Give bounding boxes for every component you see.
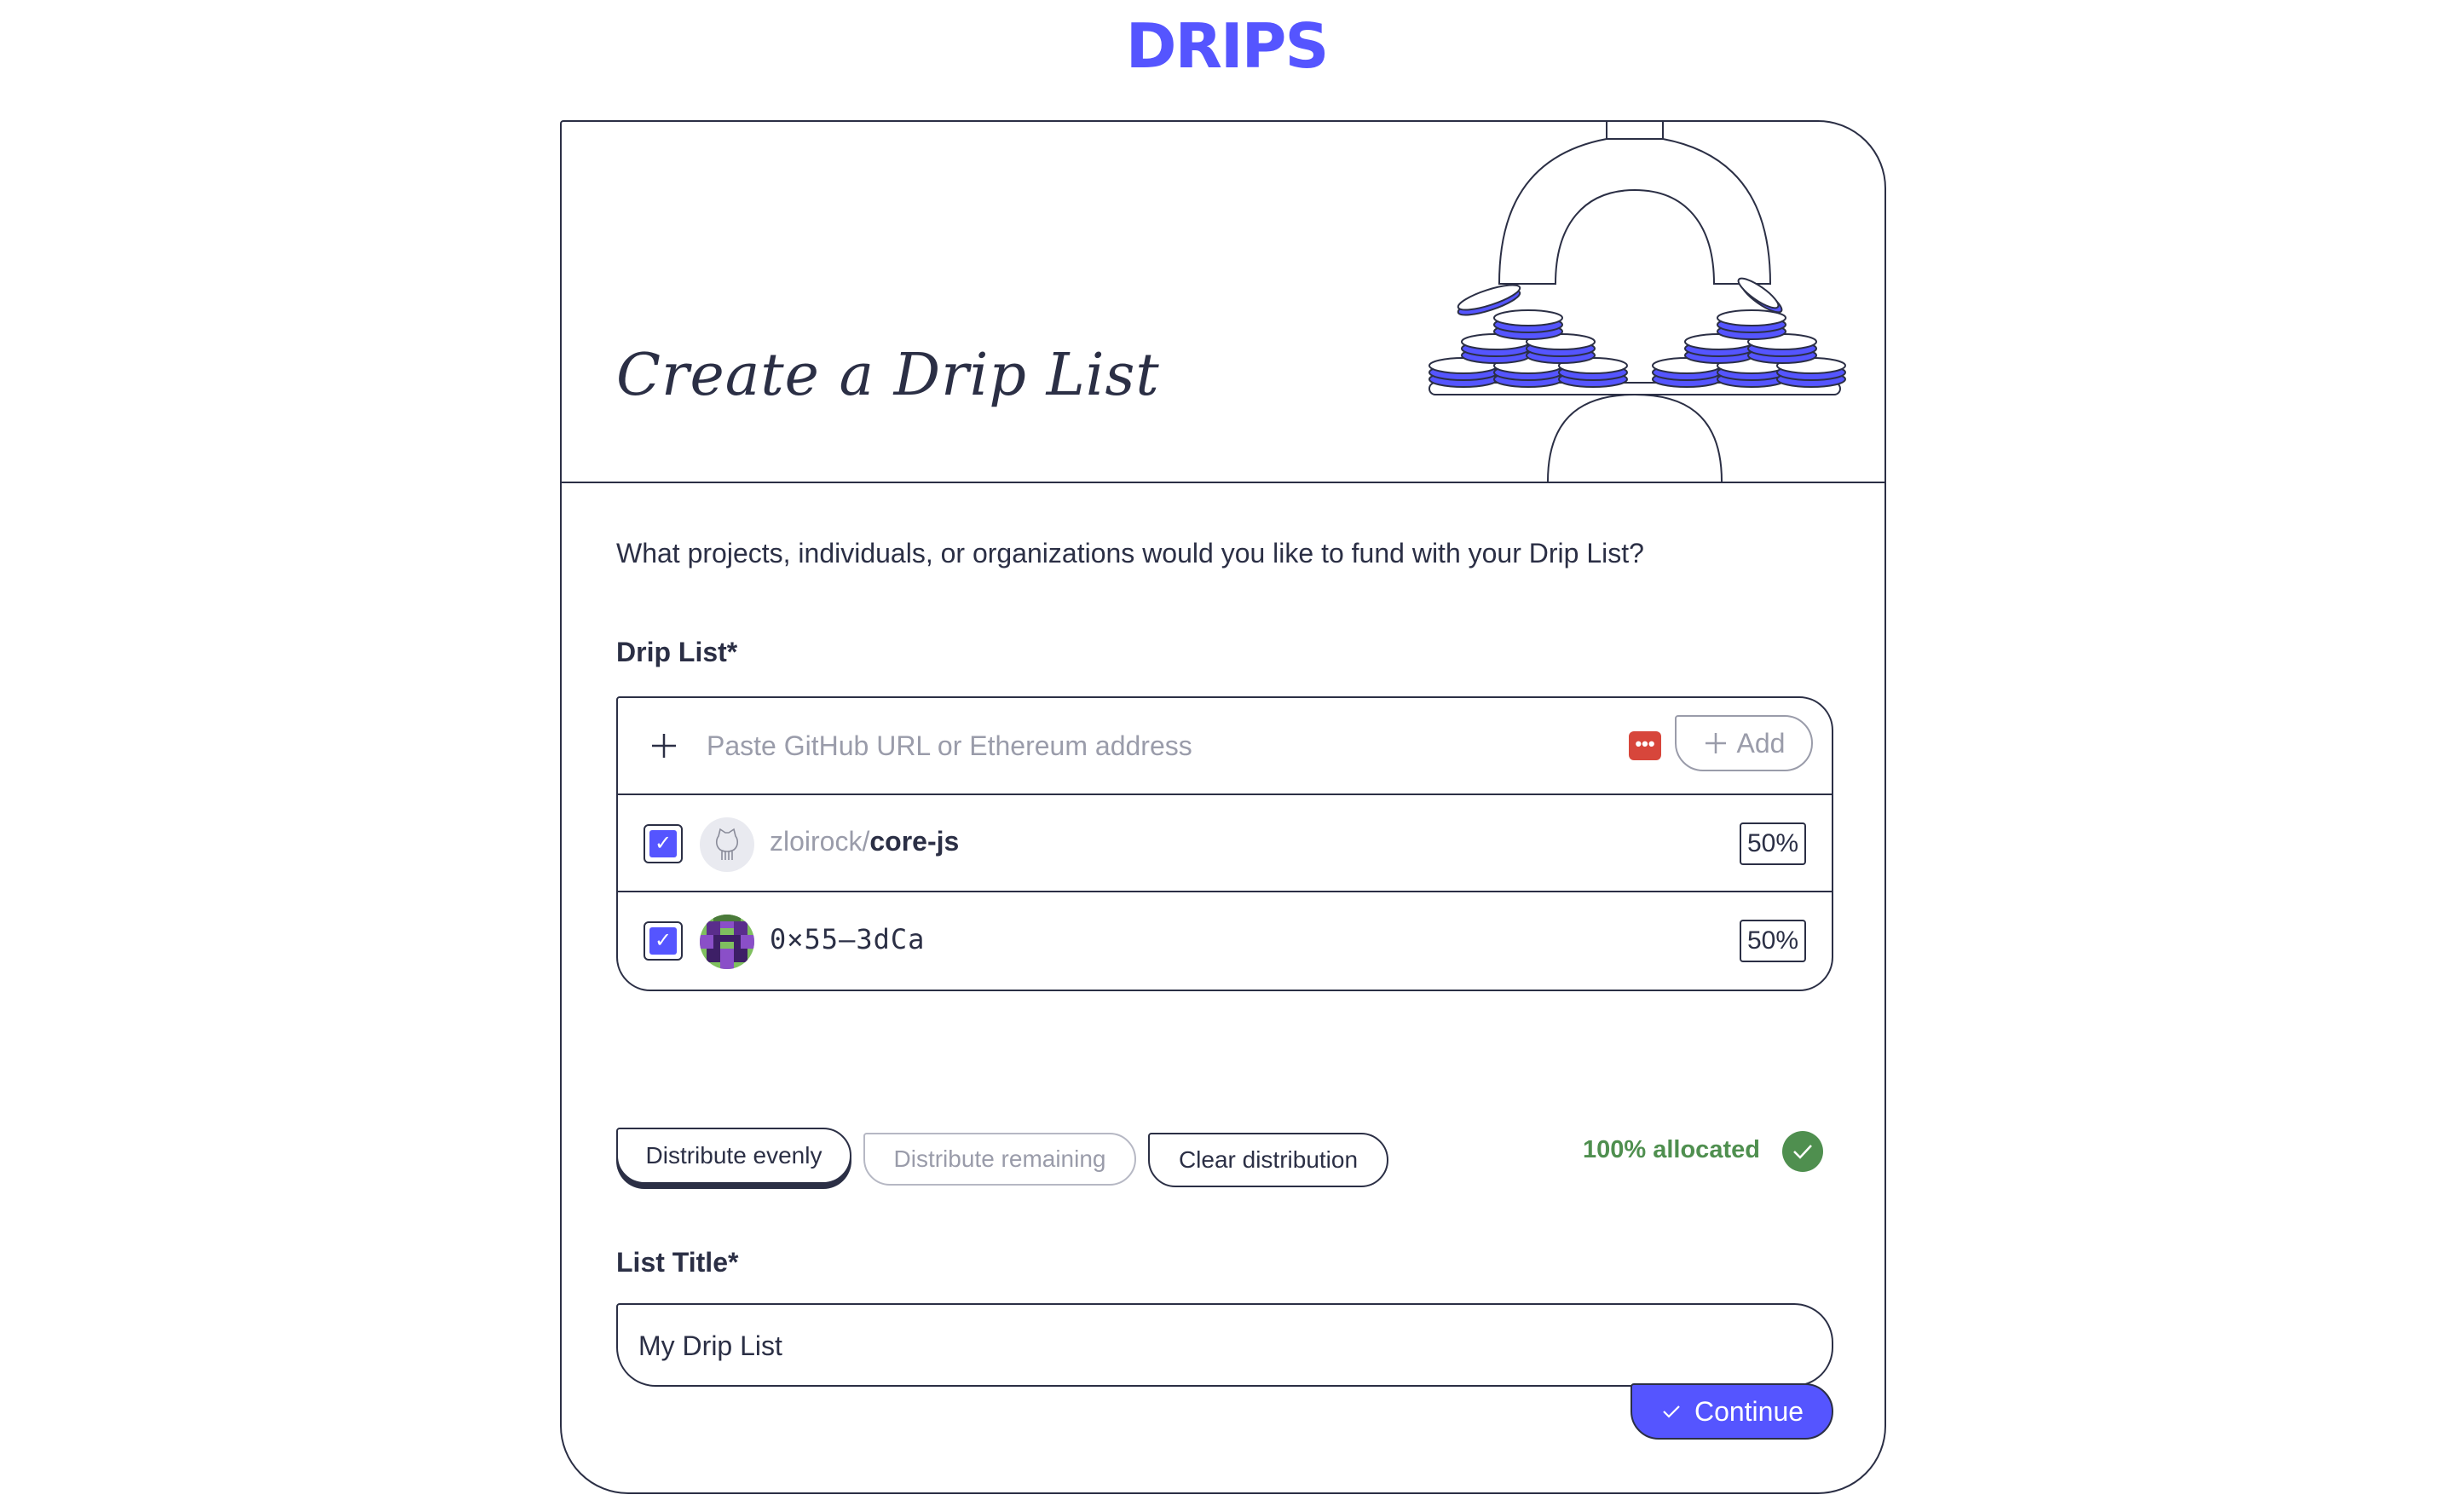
list-title-label: List Title* bbox=[616, 1247, 739, 1278]
list-title-input[interactable] bbox=[638, 1320, 1746, 1371]
plus-icon bbox=[1705, 733, 1726, 753]
recipient-row: ✓ zloirock/core-js 50% bbox=[618, 795, 1832, 892]
check-circle-icon bbox=[1782, 1131, 1823, 1172]
github-icon bbox=[700, 817, 754, 872]
distribute-evenly-button[interactable]: Distribute evenly bbox=[616, 1128, 851, 1184]
recipient-checkbox[interactable]: ✓ bbox=[644, 824, 683, 863]
recipient-row: ✓ 0×55—3dCa 50% bbox=[618, 892, 1832, 990]
checkmark-icon: ✓ bbox=[649, 830, 677, 857]
distribute-remaining-button[interactable]: Distribute remaining bbox=[863, 1133, 1136, 1186]
recipient-name: zloirock/core-js bbox=[770, 826, 959, 857]
continue-button[interactable]: Continue bbox=[1631, 1383, 1833, 1440]
coin-left bbox=[1429, 284, 1628, 388]
recipient-input-row: ••• Add bbox=[618, 698, 1832, 795]
plus-icon bbox=[652, 734, 676, 758]
pixel-avatar bbox=[700, 915, 754, 969]
allocation-status: 100% allocated bbox=[1583, 1136, 1760, 1163]
drip-list-label: Drip List* bbox=[616, 637, 738, 667]
page-title: Create a Drip List bbox=[616, 342, 1160, 409]
checkmark-icon bbox=[1663, 1405, 1680, 1418]
password-manager-icon[interactable]: ••• bbox=[1629, 731, 1661, 760]
percent-input[interactable]: 50% bbox=[1740, 920, 1806, 962]
repo-owner: zloirock/ bbox=[770, 826, 870, 857]
recipient-checkbox[interactable]: ✓ bbox=[644, 921, 683, 961]
list-title-field[interactable] bbox=[616, 1303, 1833, 1387]
repo-name: core-js bbox=[869, 826, 960, 857]
coin-stacks-illustration bbox=[1429, 122, 1846, 482]
recipient-address: 0×55—3dCa bbox=[770, 923, 926, 955]
create-drip-list-card: Create a Drip List What projects, indivi… bbox=[560, 120, 1886, 1494]
add-recipient-button[interactable]: Add bbox=[1675, 715, 1813, 771]
hero-banner: Create a Drip List bbox=[562, 122, 1884, 483]
add-button-label: Add bbox=[1736, 727, 1786, 759]
checkmark-icon: ✓ bbox=[649, 927, 677, 955]
coin-right bbox=[1652, 277, 1846, 388]
recipient-search-input[interactable] bbox=[707, 718, 1559, 773]
drips-logo[interactable]: DRIPS bbox=[0, 12, 2453, 80]
continue-label: Continue bbox=[1694, 1395, 1804, 1427]
drip-list-editor: ••• Add ✓ zloirock/core-js 50% bbox=[616, 696, 1833, 991]
form-question: What projects, individuals, or organizat… bbox=[616, 538, 1644, 568]
clear-distribution-button[interactable]: Clear distribution bbox=[1148, 1133, 1388, 1187]
percent-input[interactable]: 50% bbox=[1740, 822, 1806, 865]
